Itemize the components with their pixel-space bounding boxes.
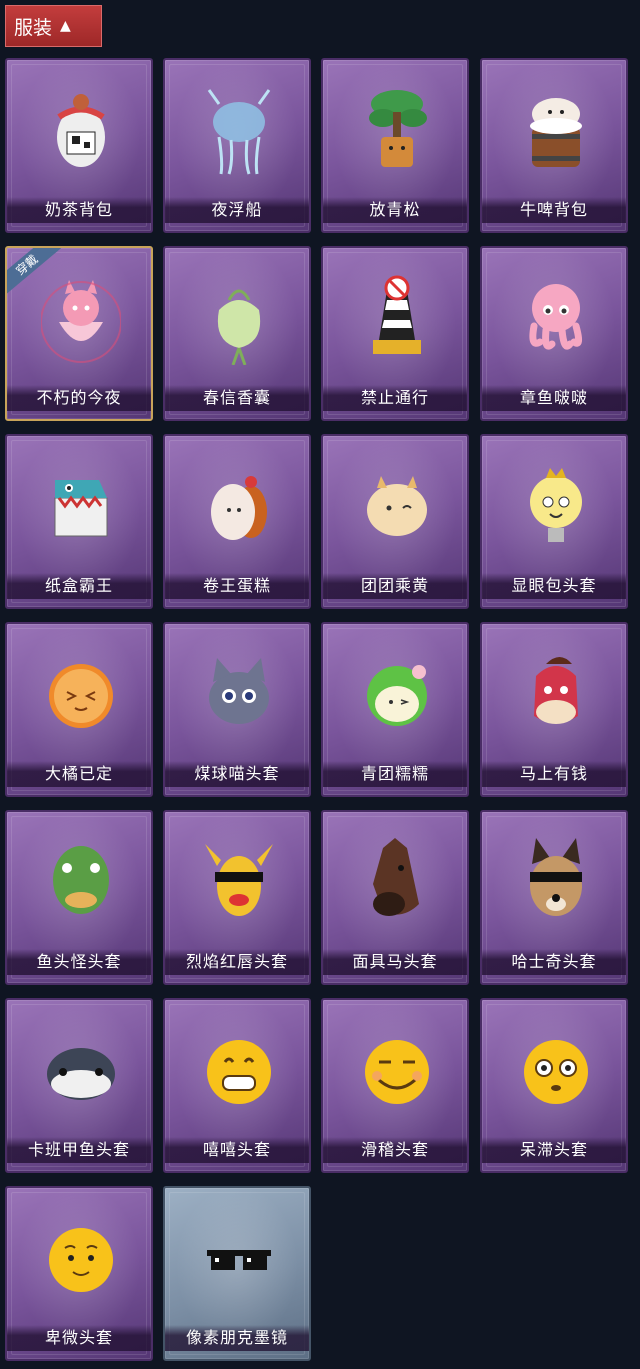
outfit-card[interactable]: 呆滞头套 (480, 998, 628, 1173)
outfit-card[interactable]: 春信香囊 (163, 246, 311, 421)
outfit-card[interactable]: 哈士奇头套 (480, 810, 628, 985)
outfit-card-label: 面具马头套 (323, 949, 467, 975)
outfit-card-label: 大橘已定 (7, 761, 151, 787)
roll-cake-icon (199, 458, 279, 553)
outfit-card-label: 春信香囊 (165, 385, 309, 411)
outfit-card-label: 马上有钱 (482, 761, 626, 787)
outfit-card[interactable]: 卷王蛋糕 (163, 434, 311, 609)
outfit-card-label: 卷王蛋糕 (165, 573, 309, 599)
pixel-sunglasses-icon (199, 1210, 279, 1305)
pink-octopus-icon (516, 270, 596, 365)
milk-tea-backpack-icon (41, 82, 121, 177)
green-rice-ball-icon (357, 646, 437, 741)
outfit-card[interactable]: 纸盒霸王 (5, 434, 153, 609)
shy-emoji-icon (41, 1210, 121, 1305)
grey-cat-head-icon (199, 646, 279, 741)
grin-emoji-icon (199, 1022, 279, 1117)
green-sachet-icon (199, 270, 279, 366)
outfit-card-label: 嘻嘻头套 (165, 1137, 309, 1163)
outfit-card-label: 奶茶背包 (7, 197, 151, 223)
no-entry-barrier-icon (357, 270, 437, 365)
fluffy-beast-icon (357, 458, 437, 553)
outfit-card-label: 团团乘黄 (323, 573, 467, 599)
outfit-card-label: 放青松 (323, 197, 467, 223)
outfit-card[interactable]: 烈焰红唇头套 (163, 810, 311, 985)
outfit-card-label: 哈士奇头套 (482, 949, 626, 975)
red-horse-head-icon (516, 646, 596, 741)
outfit-card[interactable]: 显眼包头套 (480, 434, 628, 609)
outfit-card-label: 卑微头套 (7, 1325, 151, 1351)
outfit-card-label: 禁止通行 (323, 385, 467, 411)
outfit-card-label: 呆滞头套 (482, 1137, 626, 1163)
outfit-card[interactable]: 大橘已定 (5, 622, 153, 797)
jellyfish-icon (199, 82, 279, 177)
outfit-card[interactable]: 夜浮船 (163, 58, 311, 233)
outfit-card[interactable]: 嘻嘻头套 (163, 998, 311, 1173)
outfit-card-label: 卡班甲鱼头套 (7, 1137, 151, 1163)
outfit-card-label: 显眼包头套 (482, 573, 626, 599)
beer-barrel-cow-icon (516, 82, 596, 177)
pink-fox-cup-icon (40, 270, 122, 365)
outfit-card[interactable]: 青团糯糯 (321, 622, 469, 797)
husky-head-icon (516, 834, 596, 929)
outfit-card[interactable]: 煤球喵头套 (163, 622, 311, 797)
outfit-card[interactable]: 章鱼啵啵 (480, 246, 628, 421)
smirk-emoji-icon (357, 1022, 437, 1117)
box-dinosaur-icon (41, 458, 121, 553)
outfit-card-label: 不朽的今夜 (7, 385, 151, 411)
outfit-card[interactable]: 马上有钱 (480, 622, 628, 797)
outfit-card[interactable]: 禁止通行 (321, 246, 469, 421)
outfit-card[interactable]: 牛啤背包 (480, 58, 628, 233)
outfit-card-label: 牛啤背包 (482, 197, 626, 223)
fish-head-icon (41, 834, 121, 929)
outfit-card-label: 煤球喵头套 (165, 761, 309, 787)
whale-head-icon (41, 1022, 121, 1117)
outfit-card[interactable]: 鱼头怪头套 (5, 810, 153, 985)
outfit-card[interactable]: 团团乘黄 (321, 434, 469, 609)
pine-tree-icon (357, 82, 437, 177)
outfit-card[interactable]: 面具马头套 (321, 810, 469, 985)
yellow-mask-sunglasses-icon (199, 834, 279, 929)
outfit-card[interactable]: 卑微头套 (5, 1186, 153, 1361)
outfit-grid: 奶茶背包 夜浮船 放青松 牛啤背包不朽的今夜 穿戴 春信香囊 禁止通行 章鱼啵啵纸盒霸王 卷王蛋… (0, 0, 640, 1369)
outfit-card-label: 烈焰红唇头套 (165, 949, 309, 975)
outfit-card[interactable]: 滑稽头套 (321, 998, 469, 1173)
outfit-card-label: 青团糯糯 (323, 761, 467, 787)
outfit-card-label: 纸盒霸王 (7, 573, 151, 599)
outfit-card[interactable]: 放青松 (321, 58, 469, 233)
lightbulb-head-icon (516, 458, 596, 553)
outfit-card[interactable]: 像素朋克墨镜 (163, 1186, 311, 1361)
outfit-card[interactable]: 不朽的今夜 穿戴 (5, 246, 153, 421)
outfit-card-label: 滑稽头套 (323, 1137, 467, 1163)
orange-slice-icon (41, 646, 121, 741)
outfit-card-label: 章鱼啵啵 (482, 385, 626, 411)
outfit-card[interactable]: 卡班甲鱼头套 (5, 998, 153, 1173)
outfit-card-label: 像素朋克墨镜 (165, 1325, 309, 1351)
outfit-card-label: 鱼头怪头套 (7, 949, 151, 975)
outfit-card-label: 夜浮船 (165, 197, 309, 223)
outfit-card[interactable]: 奶茶背包 (5, 58, 153, 233)
stare-emoji-icon (516, 1022, 596, 1117)
horse-mask-icon (357, 834, 437, 929)
